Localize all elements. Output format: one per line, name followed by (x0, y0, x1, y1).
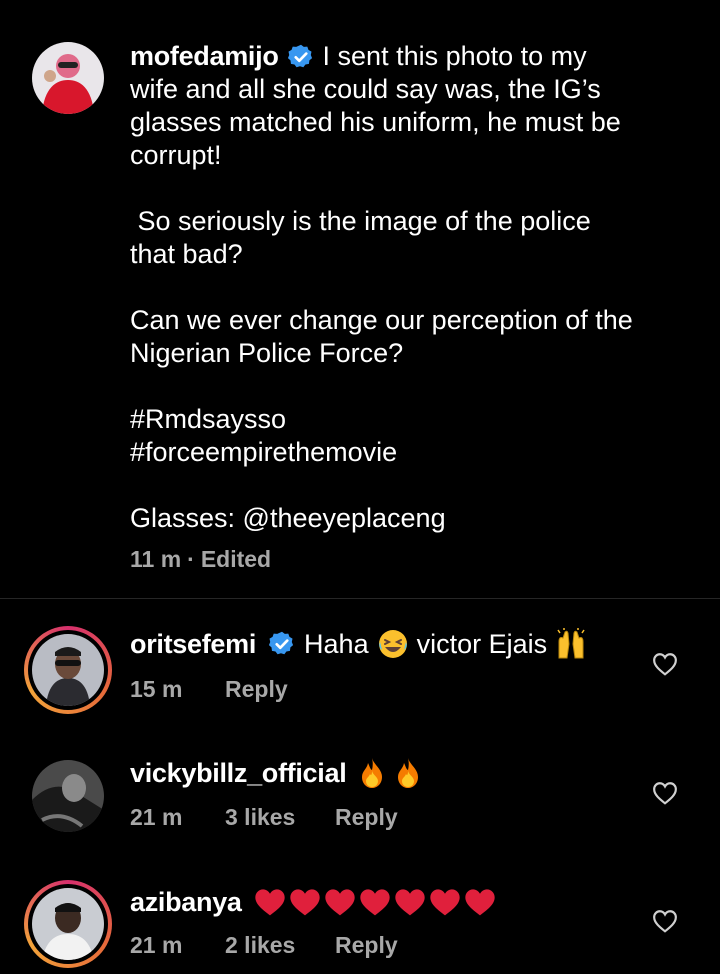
caption-divider (0, 598, 720, 599)
red-heart-emoji-icon (429, 889, 460, 916)
comment-2-username[interactable]: vickybillz_official (130, 758, 347, 789)
comment-3-hearts (254, 887, 496, 917)
red-heart-emoji-icon (359, 889, 390, 916)
caption-body: mofedamijo I sent this photo to my wife … (130, 40, 690, 535)
comment-2-avatar[interactable] (32, 760, 104, 832)
comment-3-meta: 21 m 2 likes Reply (130, 932, 398, 959)
red-heart-emoji-icon (324, 889, 355, 916)
heart-outline-icon[interactable] (652, 909, 678, 933)
caption-text-first-line: I sent this photo to my (322, 41, 587, 71)
fire-emoji-icon (398, 758, 419, 788)
comment-2-reply-button[interactable]: Reply (335, 804, 398, 831)
heart-outline-icon[interactable] (652, 652, 678, 676)
comment-1-line: oritsefemi Haha victor Ejais (130, 626, 587, 662)
caption-username[interactable]: mofedamijo (130, 41, 279, 72)
verified-badge-icon (268, 631, 294, 655)
comment-1-username[interactable]: oritsefemi (130, 629, 256, 660)
red-heart-emoji-icon (394, 889, 425, 916)
comment-1-meta: 15 m Reply (130, 676, 288, 703)
caption-time: 11 m (130, 546, 182, 572)
comment-2-meta: 21 m 3 likes Reply (130, 804, 398, 831)
caption-separator: · (187, 546, 195, 572)
comment-3-likes[interactable]: 2 likes (225, 932, 335, 959)
comment-3-avatar[interactable] (24, 880, 112, 968)
caption-avatar[interactable] (32, 42, 104, 114)
comment-1-text-b: victor Ejais (416, 628, 548, 659)
comment-3-username[interactable]: azibanya (130, 887, 242, 918)
raising-hands-emoji-icon (557, 628, 585, 659)
comment-2-likes[interactable]: 3 likes (225, 804, 335, 831)
fire-emoji-icon (362, 758, 383, 788)
caption-edited-label: Edited (200, 546, 272, 572)
comment-3-line: azibanya (130, 884, 496, 920)
comment-1-time: 15 m (130, 676, 183, 702)
red-heart-emoji-icon (254, 889, 285, 916)
comment-3-reply-button[interactable]: Reply (335, 932, 398, 959)
comment-1-reply-button[interactable]: Reply (225, 676, 288, 703)
caption-text: wife and all she could say was, the IG’s… (130, 74, 633, 533)
red-heart-emoji-icon (289, 889, 320, 916)
comment-2-line: vickybillz_official (130, 755, 422, 791)
red-heart-emoji-icon (464, 889, 495, 916)
laughing-emoji-icon (378, 630, 407, 658)
heart-outline-icon[interactable] (652, 781, 678, 805)
comment-2-time: 21 m (130, 804, 183, 830)
comment-1-avatar[interactable] (24, 626, 112, 714)
comment-3-time: 21 m (130, 932, 183, 958)
caption-meta: 11 m · Edited (130, 546, 271, 573)
comment-1-text-a: Haha (304, 628, 369, 659)
verified-badge-icon (287, 44, 312, 67)
